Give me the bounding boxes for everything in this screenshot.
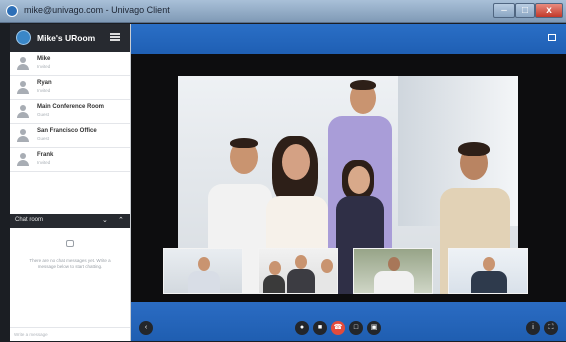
contact-name: San Francisco Office [37,128,97,134]
chat-room-header: Chat room ⌄ ⌃ [10,214,130,228]
info-icon[interactable]: i [526,321,540,335]
user-avatar-icon [17,57,29,70]
participant-thumbnail[interactable] [448,248,528,294]
contact-item[interactable]: Ryan Invited [10,76,130,100]
room-logo-icon [16,30,31,45]
participant-thumbnail[interactable] [353,248,433,294]
hang-up-icon[interactable]: ☎ [331,321,345,335]
contact-status: Invited [37,88,51,93]
chat-message-input[interactable]: Write a message [10,327,130,342]
user-avatar-icon [17,105,29,118]
contact-name: Frank [37,152,54,158]
microphone-icon[interactable]: ● [295,321,309,335]
contact-status: Invited [37,64,51,69]
participant-thumbnail[interactable] [258,248,338,294]
contact-name: Main Conference Room [37,104,105,110]
user-avatar-icon [17,153,29,166]
contact-name: Mike [37,56,51,62]
stage-header [131,24,566,54]
menu-icon[interactable] [110,33,120,41]
contact-item[interactable]: San Francisco Office Guest [10,124,130,148]
sidebar: Mike's URoom Mike Invited Ryan Invited M… [10,24,131,341]
app-logo-icon [6,5,18,17]
window-title-bar: mike@univago.com - Univago Client – □ x [0,0,566,23]
minimize-button[interactable]: – [493,3,515,18]
room-header: Mike's URoom [10,24,130,52]
contact-name: Ryan [37,80,52,86]
contact-item[interactable]: Frank Invited [10,148,130,172]
contact-status: Invited [37,160,51,165]
contact-item[interactable]: Mike Invited [10,52,130,76]
fullscreen-icon[interactable]: ⛶ [544,321,558,335]
chevron-up-icon[interactable]: ⌃ [118,216,124,224]
chat-bubble-icon[interactable]: □ [349,321,363,335]
screen-icon[interactable] [548,34,556,41]
contact-list: Mike Invited Ryan Invited Main Conferenc… [10,52,130,172]
participant-thumbnail[interactable] [163,248,243,294]
contact-status: Guest [37,112,50,117]
chat-input-placeholder: Write a message [14,332,48,337]
close-button[interactable]: x [535,3,563,18]
contact-item[interactable]: Main Conference Room Guest [10,100,130,124]
chat-bubble-icon [66,240,74,247]
back-icon[interactable]: ‹ [139,321,153,335]
window-title: mike@univago.com - Univago Client [24,5,170,15]
contact-status: Guest [37,136,50,141]
screen-share-icon[interactable]: ▣ [367,321,381,335]
user-avatar-icon [17,129,29,142]
room-name: Mike's URoom [37,33,96,43]
user-avatar-icon [17,81,29,94]
camera-icon[interactable]: ■ [313,321,327,335]
chat-empty-message: There are no chat messages yet. Write a … [29,258,111,269]
chat-room-title: Chat room [15,217,44,223]
chevron-down-icon[interactable]: ⌄ [102,216,108,224]
maximize-button[interactable]: □ [515,3,535,18]
